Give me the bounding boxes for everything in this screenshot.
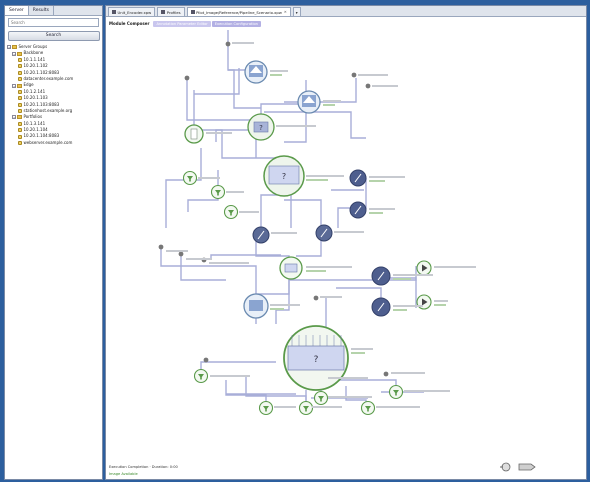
server-icon <box>18 64 22 69</box>
collapse-icon[interactable]: − <box>12 83 16 88</box>
execution-config-chip[interactable]: Execution Configuration <box>211 20 261 27</box>
node-hub-main[interactable]: ? <box>263 155 305 197</box>
node-image-top[interactable] <box>244 60 268 84</box>
tree-item[interactable]: webserver.example.com <box>7 140 100 146</box>
document-icon <box>190 10 195 14</box>
server-icon <box>18 57 22 62</box>
tab-results[interactable]: Results <box>29 6 55 15</box>
node-dark-d[interactable] <box>315 224 333 242</box>
node-image-right[interactable] <box>297 90 321 114</box>
node-filter-left[interactable] <box>184 124 204 144</box>
filter-node <box>223 204 239 220</box>
tab-pipeline-scenario[interactable]: Pilot_Image/Reference/Pipeline_Scenario.… <box>186 7 291 17</box>
tab-overflow[interactable]: ▾ <box>292 7 301 16</box>
server-icon <box>18 109 22 114</box>
svg-text:?: ? <box>282 172 286 181</box>
workflow-editor: Unit_Encoder.xpw Profiles Pilot_Image/Re… <box>105 5 587 480</box>
server-icon <box>18 128 22 133</box>
server-icon <box>18 141 22 146</box>
folder-icon <box>17 115 22 120</box>
annotation-editor-chip[interactable]: Annotation Parameter Editor <box>153 20 211 27</box>
tree-item-label: webserver.example.com <box>23 139 73 145</box>
search-button[interactable]: Search <box>7 31 100 41</box>
node-mid-small[interactable] <box>279 256 303 280</box>
node-filter-mid[interactable] <box>243 293 269 319</box>
window-frame <box>0 0 590 4</box>
filter-node <box>313 390 329 406</box>
server-icon <box>18 134 22 139</box>
svg-text:?: ? <box>259 124 263 132</box>
server-icon <box>18 70 22 75</box>
output-node <box>416 260 432 276</box>
filter-node <box>258 400 274 416</box>
search-input[interactable] <box>8 18 99 27</box>
server-icon <box>18 121 22 126</box>
svg-text:?: ? <box>314 355 319 365</box>
collapse-icon[interactable]: − <box>12 115 16 120</box>
node-dark-a[interactable] <box>349 169 367 187</box>
play-icon[interactable] <box>517 461 536 473</box>
server-tree: − Server Groups − Backbone 10.1.1.141 10.20.1… <box>5 43 102 147</box>
filter-node <box>193 368 209 384</box>
server-panel: Server Results Search −Server Groups−Bac… <box>4 5 103 480</box>
server-icon <box>18 89 22 94</box>
filter-node <box>210 184 226 200</box>
filter-node <box>298 400 314 416</box>
server-icon <box>18 77 22 82</box>
zoom-icon[interactable] <box>499 461 515 473</box>
node-dark-f[interactable] <box>371 297 391 317</box>
tab-profiles[interactable]: Profiles <box>157 7 185 16</box>
node-hub-large[interactable]: ? <box>283 325 349 391</box>
folder-icon <box>17 83 22 88</box>
filter-node <box>182 170 198 186</box>
close-icon[interactable]: ✕ <box>284 8 287 17</box>
filter-node <box>360 400 376 416</box>
node-dark-c[interactable] <box>252 226 270 244</box>
folder-icon <box>12 45 17 50</box>
collapse-icon[interactable]: − <box>7 45 11 50</box>
module-composer-label: Module Composer <box>109 21 150 26</box>
image-status: Image Available <box>109 472 138 476</box>
document-icon <box>112 10 116 14</box>
node-transform-a[interactable]: ? <box>247 113 275 141</box>
server-icon <box>18 96 22 101</box>
node-dark-b[interactable] <box>349 201 367 219</box>
filter-node <box>388 384 404 400</box>
execution-status: Execution Completion · Duration: 0:00 <box>109 465 178 469</box>
server-icon <box>18 102 22 107</box>
folder-icon <box>17 51 22 56</box>
module-header: Module Composer Annotation Parameter Edi… <box>109 20 262 27</box>
node-dark-e[interactable] <box>371 266 391 286</box>
left-tab-bar: Server Results <box>5 6 102 16</box>
tab-server[interactable]: Server <box>5 6 29 15</box>
workflow-canvas[interactable]: ? ? ? <box>106 30 586 454</box>
document-icon <box>161 10 166 14</box>
output-nodes[interactable] <box>416 260 432 310</box>
collapse-icon[interactable]: − <box>12 51 16 56</box>
editor-tab-bar: Unit_Encoder.xpw Profiles Pilot_Image/Re… <box>106 6 586 17</box>
tab-unit-encoder[interactable]: Unit_Encoder.xpw <box>108 7 156 16</box>
chevron-down-icon: ▾ <box>295 9 298 15</box>
